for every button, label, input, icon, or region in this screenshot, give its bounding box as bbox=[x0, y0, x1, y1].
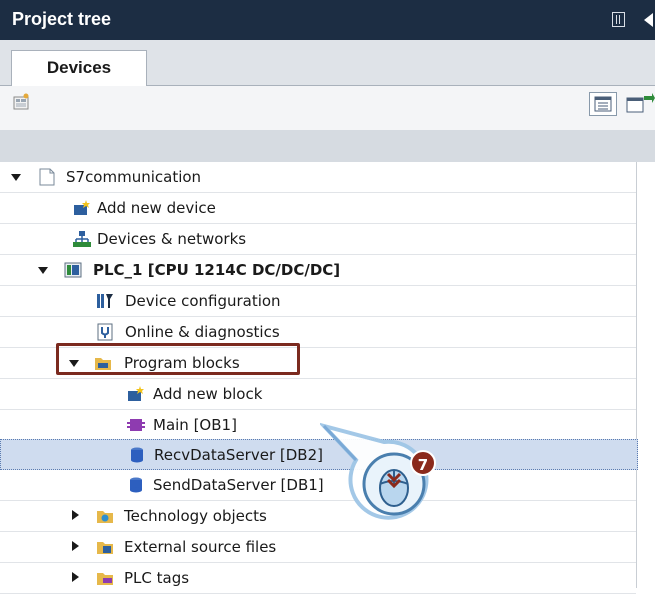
online-diagnostics-icon bbox=[97, 323, 113, 341]
project-tree-titlebar: Project tree bbox=[0, 0, 655, 40]
tree-label: Main [OB1] bbox=[153, 416, 237, 434]
tree-row-devices-networks[interactable]: Devices & networks bbox=[0, 224, 636, 255]
overview-icon[interactable] bbox=[624, 92, 655, 116]
expand-right-icon[interactable] bbox=[72, 541, 79, 551]
expand-right-icon[interactable] bbox=[72, 510, 79, 520]
tree-label: Add new device bbox=[97, 199, 216, 217]
organization-block-icon bbox=[127, 419, 145, 431]
external-source-folder-icon bbox=[97, 542, 113, 554]
tree-row-recv-data-server[interactable]: RecvDataServer [DB2] bbox=[0, 439, 638, 470]
tree-row-send-data-server[interactable]: SendDataServer [DB1] bbox=[0, 470, 636, 501]
tree-label: Devices & networks bbox=[97, 230, 247, 248]
tree-row-technology-objects[interactable]: Technology objects bbox=[0, 501, 636, 532]
toolbar bbox=[0, 86, 655, 130]
tree-label: Technology objects bbox=[124, 507, 267, 525]
tree-row-main-ob1[interactable]: Main [OB1] bbox=[0, 410, 636, 441]
tree-row-project[interactable]: S7communication bbox=[0, 162, 636, 193]
data-block-icon bbox=[131, 447, 143, 463]
collapse-arrow-icon[interactable] bbox=[644, 13, 653, 27]
device-view-icon[interactable] bbox=[13, 93, 31, 111]
panel-title: Project tree bbox=[12, 9, 112, 29]
tree-row-add-new-block[interactable]: Add new block bbox=[0, 379, 636, 410]
column-header bbox=[0, 130, 655, 162]
expand-right-icon[interactable] bbox=[72, 572, 79, 582]
list-view-button[interactable] bbox=[589, 92, 617, 116]
list-view-icon bbox=[594, 96, 612, 112]
tree-label: Add new block bbox=[153, 385, 263, 403]
tree-label: SendDataServer [DB1] bbox=[153, 476, 324, 494]
data-block-icon bbox=[130, 477, 142, 493]
plc-icon bbox=[64, 262, 82, 278]
tree-row-external-source-files[interactable]: External source files bbox=[0, 532, 636, 563]
add-block-icon bbox=[128, 386, 144, 401]
tree-row-add-new-device[interactable]: Add new device bbox=[0, 193, 636, 224]
expand-down-icon[interactable] bbox=[11, 174, 21, 181]
tree-label: Online & diagnostics bbox=[125, 323, 280, 341]
device-configuration-icon bbox=[97, 294, 113, 308]
tree-label: S7communication bbox=[66, 168, 202, 186]
tab-strip: Devices bbox=[0, 40, 655, 86]
column-divider bbox=[636, 162, 637, 588]
tree-label: PLC_1 [CPU 1214C DC/DC/DC] bbox=[93, 261, 341, 279]
network-icon bbox=[73, 231, 91, 247]
tree-label: Device configuration bbox=[125, 292, 281, 310]
tab-devices[interactable]: Devices bbox=[11, 50, 147, 86]
step-number-badge: 7 bbox=[410, 450, 436, 476]
add-device-icon bbox=[74, 200, 90, 215]
tree-label: External source files bbox=[124, 538, 277, 556]
tree-label: RecvDataServer [DB2] bbox=[154, 446, 323, 464]
expand-down-icon[interactable] bbox=[38, 267, 48, 274]
program-blocks-highlight-frame bbox=[56, 343, 300, 375]
tree-row-plc-tags[interactable]: PLC tags bbox=[0, 563, 636, 594]
plc-tags-folder-icon bbox=[97, 573, 113, 585]
split-view-icon[interactable] bbox=[612, 12, 625, 27]
tree-row-plc[interactable]: PLC_1 [CPU 1214C DC/DC/DC] bbox=[0, 255, 636, 286]
technology-objects-folder-icon bbox=[97, 511, 113, 523]
tree-label: PLC tags bbox=[124, 569, 190, 587]
tree-row-device-configuration[interactable]: Device configuration bbox=[0, 286, 636, 317]
project-icon bbox=[39, 168, 55, 186]
